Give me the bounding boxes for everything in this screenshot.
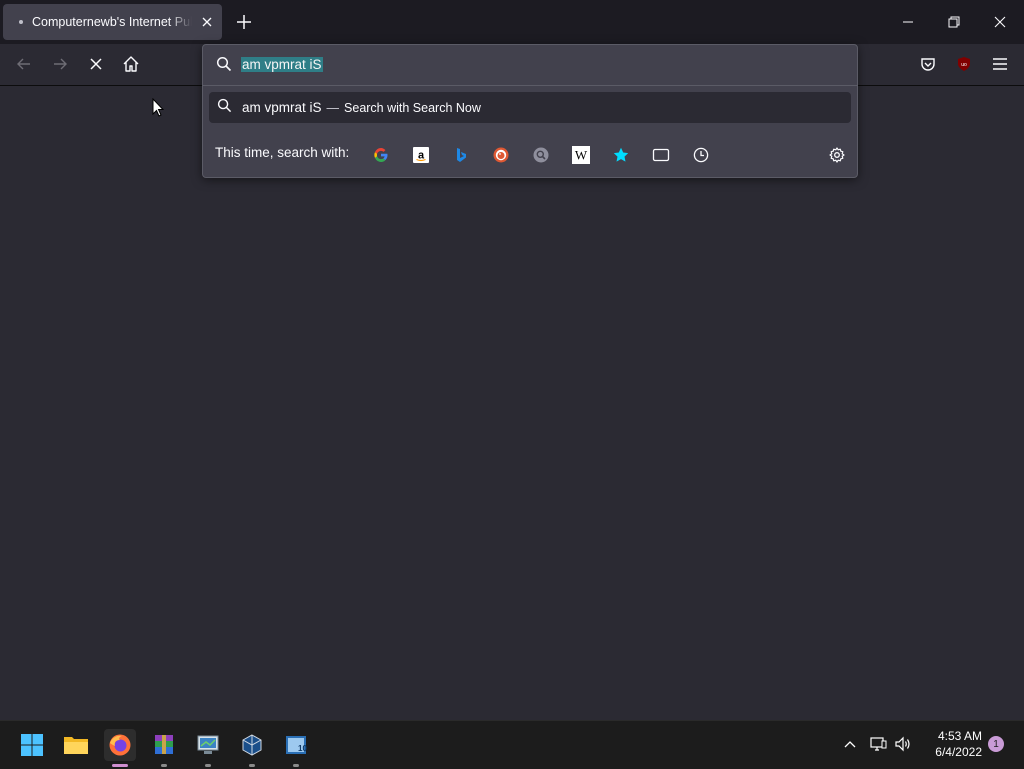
new-tab-icon[interactable] (234, 12, 254, 32)
show-hidden-icons-chevron-up-icon[interactable] (840, 734, 860, 754)
running-app-indicator (161, 764, 167, 767)
tab-strip: Computernewb's Internet Pub Hub (0, 0, 1024, 44)
urlbar-input[interactable]: am vpmrat iS (241, 57, 323, 72)
close-window-icon[interactable] (990, 12, 1010, 32)
mouse-cursor-icon (152, 97, 165, 123)
file-explorer-icon[interactable] (60, 729, 92, 761)
history-icon[interactable] (691, 145, 711, 165)
running-app-indicator (293, 764, 299, 767)
cpu-z-icon[interactable]: 10 (280, 729, 312, 767)
search-icon (217, 98, 232, 118)
stop-icon[interactable] (84, 52, 108, 76)
ublock-icon[interactable]: uo (954, 54, 974, 74)
search-icon (216, 56, 232, 77)
svg-text:uo: uo (961, 62, 967, 68)
pocket-icon[interactable] (918, 54, 938, 74)
active-app-indicator (112, 764, 128, 767)
tab-active[interactable]: Computernewb's Internet Pub Hub (3, 4, 222, 40)
duckduckgo-icon[interactable] (491, 145, 511, 165)
remote-desktop-icon[interactable] (192, 729, 224, 767)
suggestion-separator: — (326, 100, 340, 115)
tab-loading-indicator (19, 20, 23, 24)
google-icon[interactable] (371, 145, 391, 165)
network-icon[interactable] (868, 734, 888, 754)
suggestion-action: Search with Search Now (344, 100, 481, 115)
urlbar-input-row[interactable]: am vpmrat iS (203, 45, 857, 85)
notification-badge[interactable]: 1 (988, 736, 1004, 752)
search-suggestion-row[interactable]: am vpmrat iS — Search with Search Now (209, 92, 851, 123)
firefox-icon[interactable] (104, 729, 136, 767)
svg-text:W: W (575, 148, 588, 163)
restore-icon[interactable] (944, 12, 964, 32)
start-windows-icon[interactable] (16, 729, 48, 761)
svg-text:10: 10 (298, 744, 307, 753)
urlbar-dropdown: am vpmrat iS am vpmrat iS — Search with … (202, 44, 858, 178)
volume-icon[interactable] (893, 734, 913, 754)
home-icon[interactable] (119, 52, 143, 76)
minimize-icon[interactable] (898, 12, 918, 32)
bing-icon[interactable] (451, 145, 471, 165)
virtualbox-icon[interactable] (236, 729, 268, 767)
winrar-icon[interactable] (148, 729, 180, 767)
wikipedia-icon[interactable]: W (571, 145, 591, 165)
system-clock[interactable]: 4:53 AM 6/4/2022 (920, 728, 982, 760)
tab-close-icon[interactable] (198, 13, 216, 31)
tab-title: Computernewb's Internet Pub Hub (32, 15, 192, 29)
suggestion-query: am vpmrat iS (242, 100, 322, 115)
search-settings-gear-icon[interactable] (827, 145, 847, 165)
tabs-icon[interactable] (651, 145, 671, 165)
one-off-search-label: This time, search with: (215, 145, 350, 160)
running-app-indicator (249, 764, 255, 767)
back-icon[interactable] (12, 52, 36, 76)
menu-icon[interactable] (990, 54, 1010, 74)
clock-time: 4:53 AM (937, 729, 982, 743)
search-now-icon[interactable] (531, 145, 551, 165)
amazon-icon[interactable]: a (411, 145, 431, 165)
running-app-indicator (205, 764, 211, 767)
divider (203, 85, 857, 86)
bookmarks-icon[interactable] (611, 145, 631, 165)
clock-date: 6/4/2022 (935, 745, 982, 759)
forward-icon[interactable] (48, 52, 72, 76)
